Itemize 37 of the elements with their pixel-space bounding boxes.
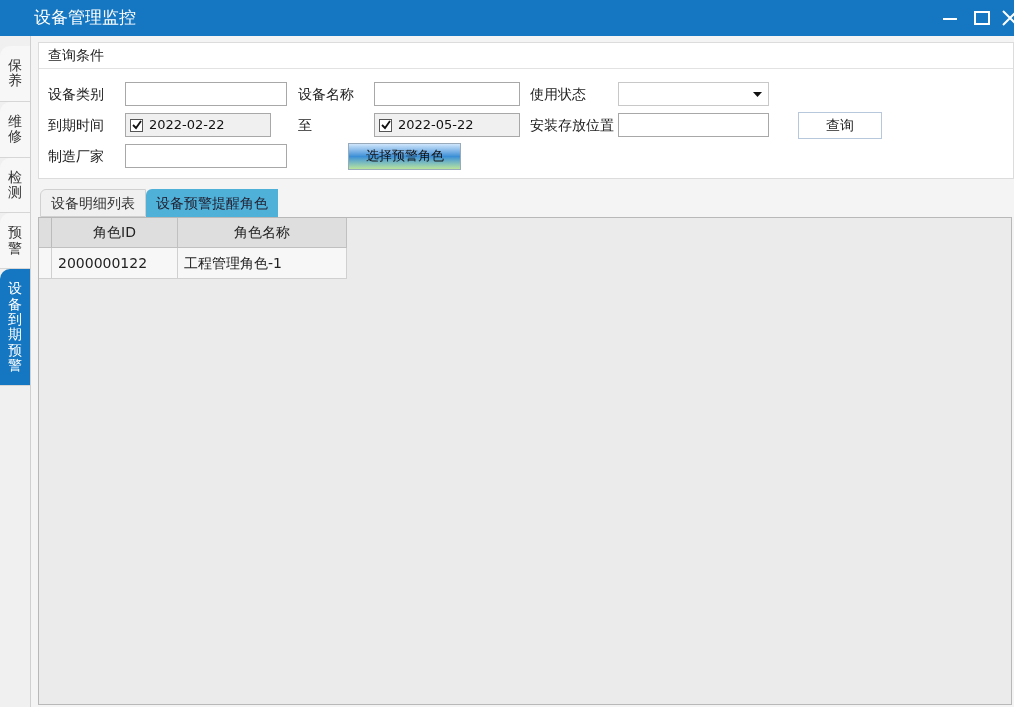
field-label: 使用状态 (530, 84, 587, 104)
close-icon[interactable] (1002, 10, 1014, 26)
side-tab[interactable]: 检测 (0, 157, 30, 214)
date-value: 2022-02-22 (149, 116, 225, 135)
checkbox[interactable] (130, 118, 143, 132)
query-button[interactable]: 查询 (798, 111, 882, 139)
tab[interactable]: 设备预警提醒角色 (146, 189, 278, 217)
column-header: 角色ID (52, 218, 178, 247)
side-tab[interactable]: 预警 (0, 213, 30, 270)
input-field[interactable] (618, 113, 769, 137)
select-role-button[interactable]: 选择预警角色 (348, 142, 461, 170)
window-title: 设备管理监控 (34, 6, 137, 30)
panel-title: 查询条件 (48, 46, 104, 65)
table-cell: 工程管理角色-1 (178, 248, 347, 278)
check-icon (131, 120, 142, 130)
dropdown-arrow-icon (753, 91, 762, 97)
side-tab[interactable]: 保养 (0, 46, 30, 102)
field-label: 设备类别 (48, 84, 105, 104)
checkbox[interactable] (379, 118, 392, 132)
input-field[interactable] (125, 82, 287, 106)
field-label: 到期时间 (48, 115, 105, 135)
table-cell: 2000000122 (52, 248, 178, 278)
side-tab[interactable]: 设备到期预警 (0, 269, 30, 387)
date-value: 2022-05-22 (398, 116, 474, 135)
date-field[interactable]: 2022-02-22 (125, 113, 271, 137)
maximize-icon[interactable] (974, 10, 990, 26)
column-header: 角色名称 (178, 218, 347, 247)
field-label: 设备名称 (298, 84, 355, 104)
field-label: 安装存放位置 (530, 115, 615, 135)
tab[interactable]: 设备明细列表 (40, 189, 146, 217)
check-icon (380, 120, 391, 130)
field-label: 制造厂家 (48, 146, 105, 166)
side-tab[interactable]: 维修 (0, 101, 30, 158)
date-field[interactable]: 2022-05-22 (374, 113, 520, 137)
input-field[interactable] (125, 144, 287, 168)
field-label: 至 (298, 115, 313, 135)
input-field[interactable] (374, 82, 520, 106)
